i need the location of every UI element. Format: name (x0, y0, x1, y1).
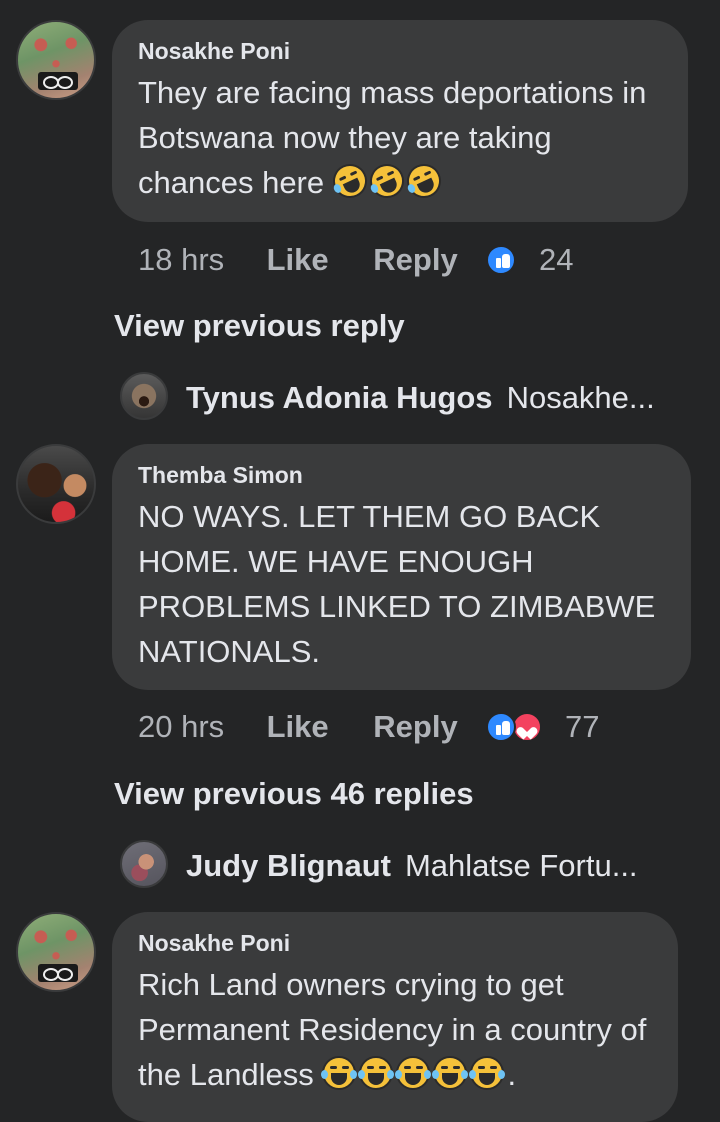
face-with-tears-of-joy-emoji (395, 1056, 432, 1090)
collapsed-reply[interactable]: Judy Blignaut Mahlatse Fortu... (186, 842, 638, 890)
reaction-count[interactable]: 77 (565, 707, 599, 747)
comment-author[interactable]: Nosakhe Poni (138, 930, 652, 956)
comment-text: They are facing mass deportations in Bot… (138, 70, 662, 205)
view-previous-replies-button[interactable]: View previous reply (114, 306, 405, 346)
view-previous-replies-button[interactable]: View previous 46 replies (114, 774, 474, 814)
comment-author[interactable]: Nosakhe Poni (138, 38, 662, 64)
comment-text: Rich Land owners crying to get Permanent… (138, 967, 647, 1092)
love-icon (512, 711, 543, 742)
sunglasses-graphic (38, 72, 78, 90)
like-button[interactable]: Like (267, 240, 329, 280)
reply-preview: Mahlatse Fortu... (404, 848, 638, 883)
comment-timestamp[interactable]: 20 hrs (138, 707, 258, 747)
reply-button[interactable]: Reply (373, 240, 457, 280)
comment-author[interactable]: Themba Simon (138, 462, 665, 488)
avatar-nosakhe-poni[interactable] (16, 912, 96, 992)
rolling-on-floor-laughing-emoji (401, 158, 447, 204)
comment-bubble: Themba Simon NO WAYS. LET THEM GO BACK H… (112, 444, 691, 690)
avatar-tynus-adonia-hugos[interactable] (120, 372, 168, 420)
face-with-tears-of-joy-emoji (321, 1056, 358, 1090)
reactions-summary[interactable] (486, 244, 517, 275)
comment-timestamp[interactable]: 18 hrs (138, 240, 258, 280)
avatar-nosakhe-poni[interactable] (16, 20, 96, 100)
like-icon (486, 711, 517, 742)
face-with-tears-of-joy-emoji (469, 1056, 506, 1090)
comment-bubble: Nosakhe Poni Rich Land owners crying to … (112, 912, 678, 1122)
comment-text: NO WAYS. LET THEM GO BACK HOME. WE HAVE … (138, 499, 656, 669)
face-with-tears-of-joy-emoji (358, 1056, 395, 1090)
reply-author: Judy Blignaut (186, 848, 391, 883)
avatar-themba-simon[interactable] (16, 444, 96, 524)
reply-button[interactable]: Reply (373, 707, 457, 747)
reactions-summary[interactable] (486, 711, 543, 742)
rolling-on-floor-laughing-emoji (364, 158, 410, 204)
like-icon (486, 244, 517, 275)
collapsed-reply[interactable]: Tynus Adonia Hugos Nosakhe... (186, 374, 655, 422)
comment-actions: 18 hrs Like Reply 24 (138, 238, 573, 278)
avatar-judy-blignaut[interactable] (120, 840, 168, 888)
comment-suffix: . (507, 1057, 517, 1092)
like-button[interactable]: Like (267, 707, 329, 747)
sunglasses-graphic (38, 964, 78, 982)
reply-author: Tynus Adonia Hugos (186, 380, 493, 415)
comment-bubble: Nosakhe Poni They are facing mass deport… (112, 20, 688, 222)
reaction-count[interactable]: 24 (539, 240, 573, 280)
comment-actions: 20 hrs Like Reply 77 (138, 705, 599, 745)
reply-preview: Nosakhe... (506, 380, 655, 415)
rolling-on-floor-laughing-emoji (327, 158, 373, 204)
face-with-tears-of-joy-emoji (432, 1056, 469, 1090)
